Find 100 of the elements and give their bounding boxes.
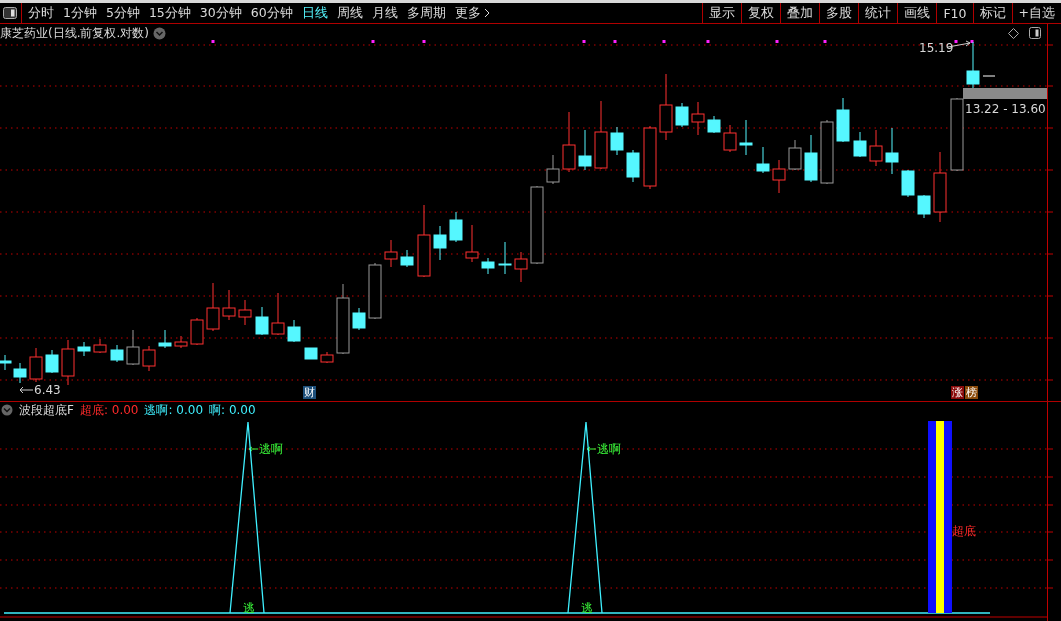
candlestick xyxy=(917,194,931,219)
candlestick xyxy=(158,329,172,349)
toolbar-button[interactable]: +自选 xyxy=(1011,3,1061,23)
candlestick xyxy=(739,119,753,156)
toolbar-button[interactable]: 统计 xyxy=(858,3,898,23)
period-tab[interactable]: 1分钟 xyxy=(63,4,97,22)
candlestick xyxy=(546,154,560,185)
chevron-down-icon[interactable] xyxy=(153,26,166,40)
toolbar-button[interactable]: 叠加 xyxy=(780,3,820,23)
candlestick xyxy=(222,289,236,321)
candlestick xyxy=(287,319,301,343)
leader-line xyxy=(19,386,34,394)
candlestick xyxy=(126,329,140,366)
chart-title: 康芝药业(日线.前复权.对数) xyxy=(0,24,149,42)
candlestick xyxy=(449,211,463,243)
candlestick xyxy=(465,224,479,263)
candlestick xyxy=(142,345,156,372)
candlestick xyxy=(320,351,334,364)
period-tab[interactable]: 15分钟 xyxy=(148,4,191,22)
toolbar-button[interactable]: 多股 xyxy=(819,3,859,23)
candlestick xyxy=(481,257,495,275)
period-tab[interactable]: 60分钟 xyxy=(250,4,293,22)
indicator-name: 波段超底F xyxy=(19,401,74,419)
panel-toggle-icon[interactable] xyxy=(1029,27,1041,39)
candlestick xyxy=(400,249,414,268)
candlestick xyxy=(29,347,43,383)
chevron-down-icon[interactable] xyxy=(1,404,13,416)
candlestick xyxy=(174,335,188,349)
candlestick xyxy=(659,73,673,141)
price-tick xyxy=(982,75,996,77)
indicator-value: 超底: 0.00 xyxy=(79,401,139,419)
candlestick xyxy=(707,115,721,134)
candlestick xyxy=(13,362,27,384)
candlestick xyxy=(820,119,834,185)
candlestick xyxy=(45,349,59,374)
period-tab[interactable]: 更多 xyxy=(454,4,490,22)
candlestick xyxy=(901,169,915,198)
signal-label: 逃 xyxy=(581,602,593,614)
leader-line xyxy=(586,446,597,452)
signal-label: 逃啊 xyxy=(597,443,621,455)
candlestick xyxy=(255,306,269,336)
candlestick xyxy=(772,159,786,194)
diamond-icon[interactable] xyxy=(1008,27,1019,39)
candlestick xyxy=(304,347,318,360)
candlestick xyxy=(788,139,802,171)
candlestick xyxy=(853,131,867,158)
toolbar-button[interactable]: 标记 xyxy=(972,3,1012,23)
candlestick xyxy=(836,97,850,143)
event-marker[interactable]: 财 xyxy=(303,386,316,399)
candlestick xyxy=(384,239,398,268)
candlestick xyxy=(756,146,770,174)
candlestick xyxy=(271,292,285,336)
signal-label: 逃 xyxy=(243,602,255,614)
candlestick xyxy=(352,307,366,331)
candlestick xyxy=(77,341,91,357)
toolbar-button[interactable]: 显示 xyxy=(702,3,742,23)
low-price-label: 6.43 xyxy=(34,384,61,396)
candlestick xyxy=(498,241,512,275)
toolbar-button[interactable]: 复权 xyxy=(741,3,781,23)
high-price-label: 15.19 xyxy=(919,42,954,54)
toolbar-button[interactable]: F10 xyxy=(936,3,973,23)
toolbar-button[interactable]: 画线 xyxy=(897,3,937,23)
price-range-label: 13.22 - 13.60 xyxy=(965,103,1046,115)
signal-label: 逃啊 xyxy=(259,443,283,455)
candlestick xyxy=(885,127,899,175)
candlestick xyxy=(190,317,204,346)
signal-label: 超底 xyxy=(952,525,976,537)
candlestick xyxy=(594,100,608,170)
panel-toggle-icon[interactable] xyxy=(3,7,17,19)
indicator-value: 逃啊: 0.00 xyxy=(144,401,204,419)
period-tab[interactable]: 月线 xyxy=(371,4,398,22)
candlestick xyxy=(691,101,705,136)
candlestick xyxy=(578,129,592,171)
leader-line xyxy=(248,446,259,452)
candlestick xyxy=(643,125,657,190)
candlestick xyxy=(368,262,382,320)
period-tab[interactable]: 5分钟 xyxy=(105,4,140,22)
candlestick xyxy=(238,299,252,326)
candlestick xyxy=(610,126,624,156)
period-tab[interactable]: 周线 xyxy=(336,4,363,22)
candlestick xyxy=(723,124,737,153)
candlestick xyxy=(336,283,350,355)
period-tab[interactable]: 30分钟 xyxy=(199,4,242,22)
candlestick xyxy=(675,102,689,128)
candlestick xyxy=(433,225,447,261)
candlestick xyxy=(110,344,124,363)
candlestick xyxy=(206,282,220,332)
candlestick xyxy=(562,111,576,173)
candlestick xyxy=(61,339,75,386)
candlestick xyxy=(0,354,12,371)
period-tab[interactable]: 日线 xyxy=(301,4,328,22)
period-tab[interactable]: 分时 xyxy=(28,4,54,22)
event-marker[interactable]: 涨 xyxy=(951,386,964,399)
candlestick xyxy=(869,129,883,167)
candlestick xyxy=(514,251,528,283)
candlestick xyxy=(93,338,107,354)
candlestick xyxy=(626,149,640,183)
period-tab[interactable]: 多周期 xyxy=(406,4,446,22)
candlestick xyxy=(966,41,980,89)
event-marker[interactable]: 榜 xyxy=(965,386,978,399)
